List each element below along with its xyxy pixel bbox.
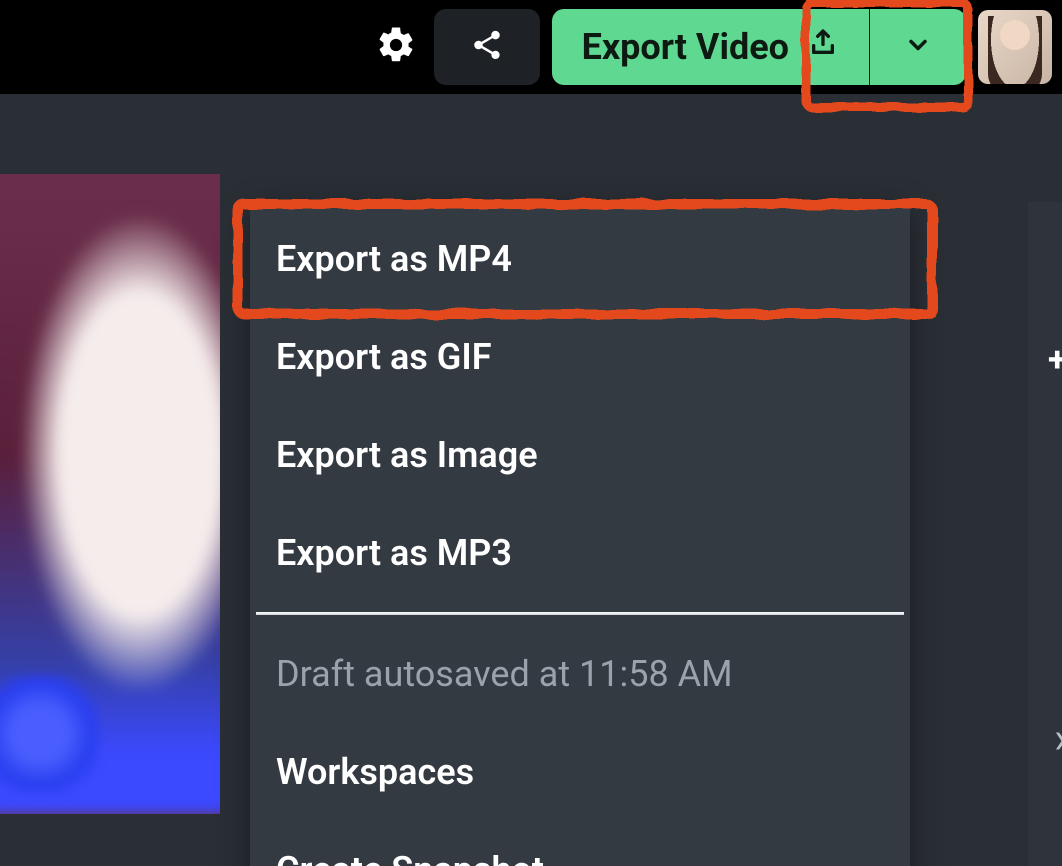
settings-button[interactable] (370, 21, 422, 73)
menu-export-image[interactable]: Export as Image (250, 406, 910, 504)
menu-autosave-status: Draft autosaved at 11:58 AM (250, 625, 910, 723)
menu-workspaces[interactable]: Workspaces (250, 723, 910, 821)
chevron-down-icon (904, 31, 932, 63)
export-dropdown-menu: Export as MP4 Export as GIF Export as Im… (250, 200, 910, 866)
user-avatar[interactable] (978, 10, 1052, 84)
topbar: Export Video (0, 0, 1062, 94)
export-button-group: Export Video (552, 9, 966, 85)
export-label: Export Video (582, 26, 789, 68)
gear-icon (375, 24, 417, 70)
share-icon (470, 28, 504, 66)
menu-create-snapshot[interactable]: Create Snapshot (250, 821, 910, 866)
video-preview (0, 174, 220, 814)
share-button[interactable] (434, 9, 540, 85)
menu-export-mp3[interactable]: Export as MP3 (250, 504, 910, 602)
menu-export-mp4[interactable]: Export as MP4 (250, 210, 910, 308)
menu-export-gif[interactable]: Export as GIF (250, 308, 910, 406)
export-video-button[interactable]: Export Video (552, 9, 870, 85)
export-icon (807, 26, 839, 68)
right-panel-edge: + › (1028, 202, 1062, 866)
export-dropdown-toggle[interactable] (870, 9, 966, 85)
menu-separator (256, 612, 904, 615)
main-area: + › BACKGROUND COLOR Export as MP4 Expor… (0, 94, 1062, 866)
